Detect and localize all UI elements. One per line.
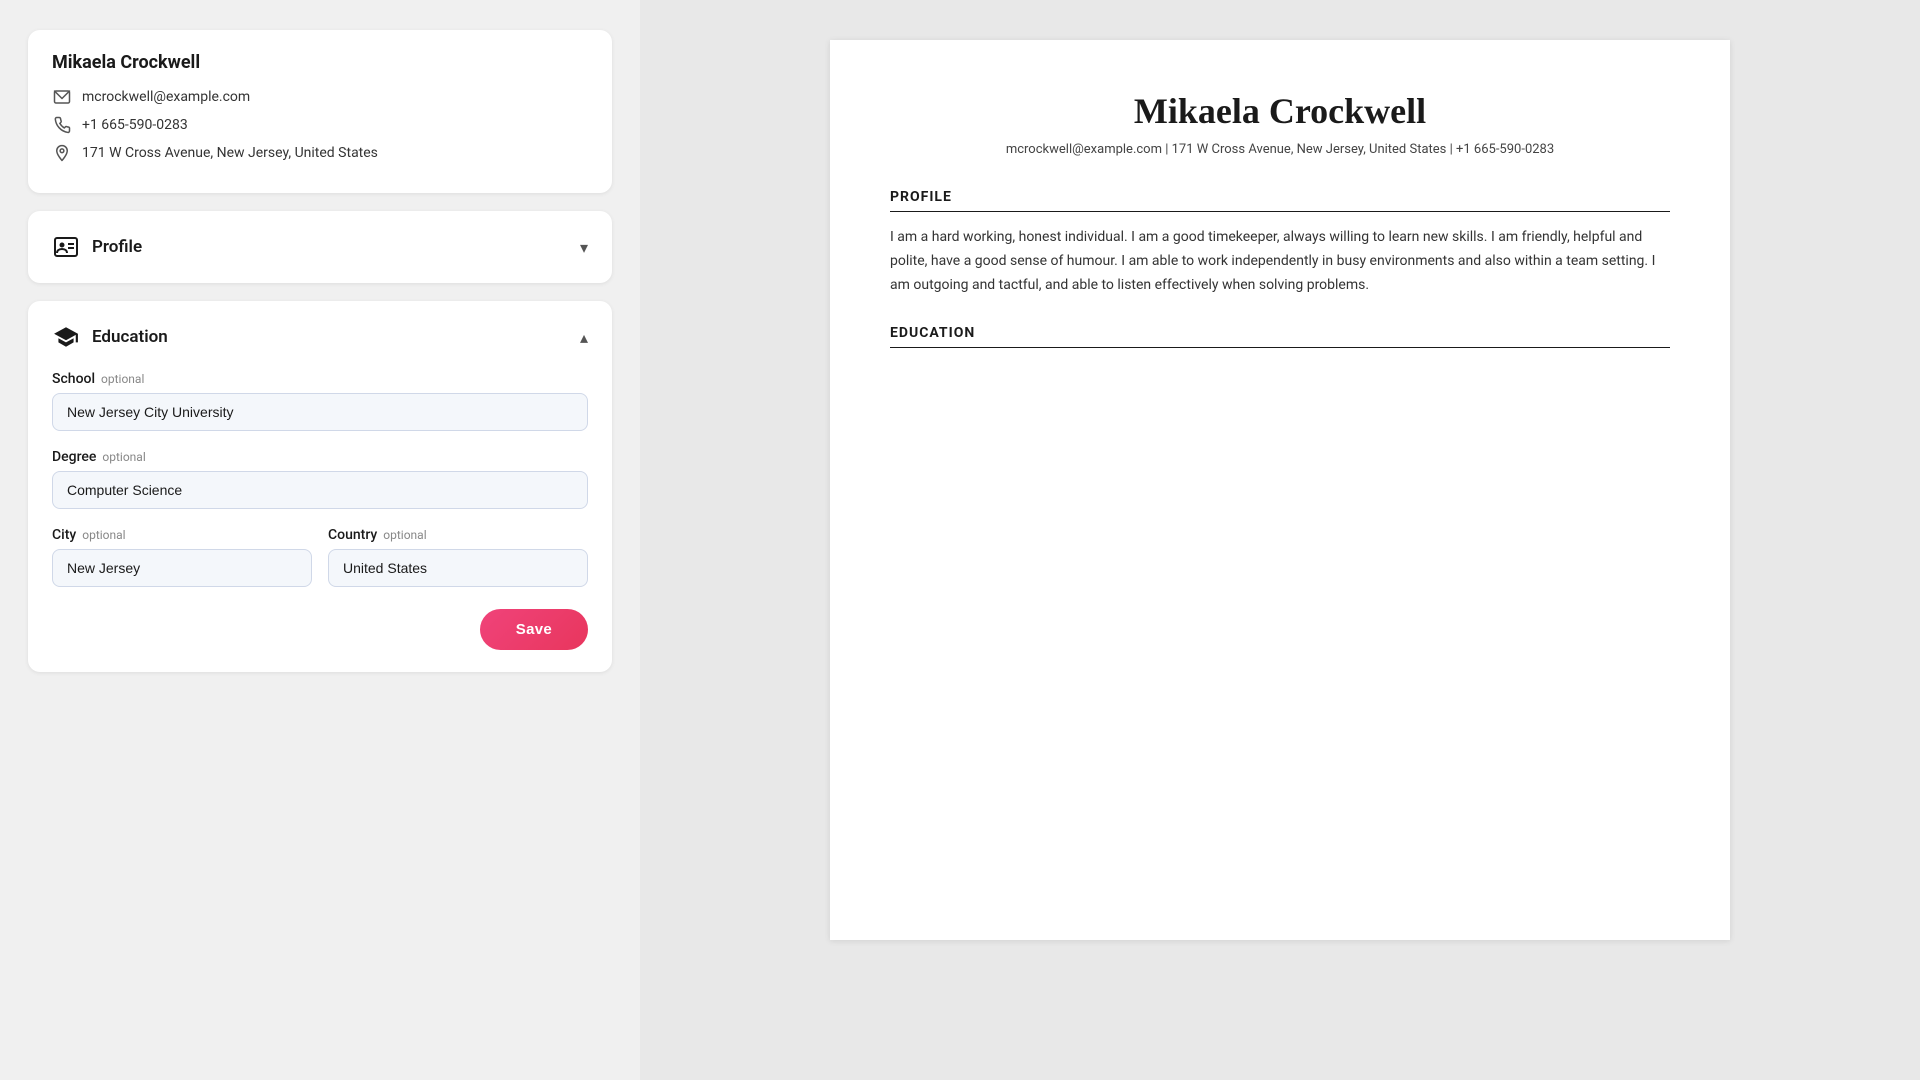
resume-profile-title: PROFILE xyxy=(890,189,1670,212)
city-country-row: City optional Country optional xyxy=(52,527,588,587)
profile-icon xyxy=(52,233,80,261)
save-btn-row: Save xyxy=(52,609,588,650)
school-group: School optional xyxy=(52,371,588,431)
email-text: mcrockwell@example.com xyxy=(82,89,250,105)
education-card: Education ▴ School optional Degree optio… xyxy=(28,301,612,672)
address-text: 171 W Cross Avenue, New Jersey, United S… xyxy=(82,145,378,161)
phone-text: +1 665-590-0283 xyxy=(82,117,188,133)
email-icon xyxy=(52,87,72,107)
left-panel: Mikaela Crockwell mcrockwell@example.com… xyxy=(0,0,640,1080)
resume-profile-section: PROFILE I am a hard working, honest indi… xyxy=(890,189,1670,297)
profile-title-group: Profile xyxy=(52,233,142,261)
country-optional: optional xyxy=(383,528,426,542)
phone-icon xyxy=(52,115,72,135)
city-optional: optional xyxy=(82,528,125,542)
city-group: City optional xyxy=(52,527,312,587)
resume-name: Mikaela Crockwell xyxy=(890,90,1670,132)
education-section-title: Education xyxy=(92,327,168,347)
city-input[interactable] xyxy=(52,549,312,587)
phone-row: +1 665-590-0283 xyxy=(52,115,588,135)
profile-chevron-icon: ▾ xyxy=(580,238,588,257)
save-button[interactable]: Save xyxy=(480,609,588,650)
country-label: Country optional xyxy=(328,527,588,543)
degree-input[interactable] xyxy=(52,471,588,509)
email-row: mcrockwell@example.com xyxy=(52,87,588,107)
city-label: City optional xyxy=(52,527,312,543)
contact-card: Mikaela Crockwell mcrockwell@example.com… xyxy=(28,30,612,193)
profile-section-header[interactable]: Profile ▾ xyxy=(52,233,588,261)
country-group: Country optional xyxy=(328,527,588,587)
degree-group: Degree optional xyxy=(52,449,588,509)
location-icon xyxy=(52,143,72,163)
profile-section-title: Profile xyxy=(92,237,142,257)
education-chevron-icon: ▴ xyxy=(580,328,588,347)
contact-name: Mikaela Crockwell xyxy=(52,52,588,73)
address-row: 171 W Cross Avenue, New Jersey, United S… xyxy=(52,143,588,163)
degree-label: Degree optional xyxy=(52,449,588,465)
degree-optional: optional xyxy=(102,450,145,464)
education-section-header[interactable]: Education ▴ xyxy=(52,323,588,351)
education-title-group: Education xyxy=(52,323,168,351)
school-label: School optional xyxy=(52,371,588,387)
profile-card: Profile ▾ xyxy=(28,211,612,283)
resume-container: Mikaela Crockwell mcrockwell@example.com… xyxy=(830,40,1730,940)
right-panel: Mikaela Crockwell mcrockwell@example.com… xyxy=(640,0,1920,1080)
resume-contact-line: mcrockwell@example.com | 171 W Cross Ave… xyxy=(890,142,1670,157)
school-input[interactable] xyxy=(52,393,588,431)
resume-education-section: EDUCATION xyxy=(890,325,1670,348)
school-optional: optional xyxy=(101,372,144,386)
resume-profile-body: I am a hard working, honest individual. … xyxy=(890,226,1670,297)
country-input[interactable] xyxy=(328,549,588,587)
resume-education-title: EDUCATION xyxy=(890,325,1670,348)
education-form: School optional Degree optional City opt… xyxy=(52,371,588,650)
education-icon xyxy=(52,323,80,351)
